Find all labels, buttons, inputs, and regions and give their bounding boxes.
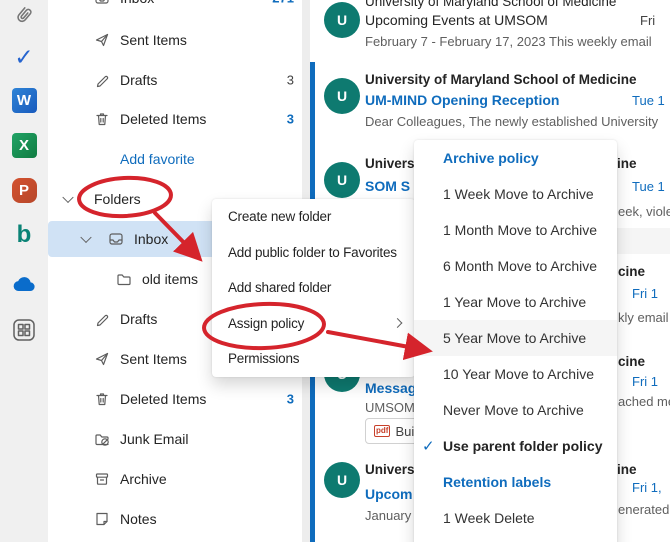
unread-indicator [310, 62, 315, 146]
pencil-icon [94, 311, 110, 327]
sidebar-item-deleted-items[interactable]: Deleted Items 3 [48, 379, 302, 419]
word-icon[interactable]: W [11, 87, 37, 113]
sidebar-item-junk-email[interactable]: Junk Email [48, 419, 302, 459]
menu-item-1-week-archive[interactable]: 1 Week Move to Archive [414, 176, 617, 212]
bing-icon[interactable]: b [11, 222, 37, 248]
junk-folder-icon [94, 431, 110, 447]
folder-icon [116, 271, 132, 287]
menu-item-6-month-archive[interactable]: 6 Month Move to Archive [414, 248, 617, 284]
trash-icon [94, 111, 110, 127]
archive-box-icon [94, 471, 110, 487]
chevron-down-icon [80, 232, 91, 243]
sidebar-item-notes[interactable]: Notes [48, 499, 302, 539]
sidebar-item-favorite-sent[interactable]: Sent Items [48, 20, 302, 60]
excel-icon[interactable]: X [11, 132, 37, 158]
inbox-icon [94, 0, 110, 6]
menu-item-add-shared-folder[interactable]: Add shared folder [212, 270, 415, 306]
inbox-icon [108, 231, 124, 247]
sidebar-item-favorite-deleted[interactable]: Deleted Items 3 [48, 99, 302, 139]
menu-item-1-week-delete[interactable]: 1 Week Delete [414, 500, 617, 536]
assign-policy-submenu: Archive policy 1 Week Move to Archive 1 … [414, 140, 617, 542]
todo-check-icon[interactable]: ✓ [11, 44, 37, 70]
send-icon [94, 351, 110, 367]
avatar: U [324, 162, 360, 198]
chevron-down-icon [62, 192, 73, 203]
menu-item-1-year-archive[interactable]: 1 Year Move to Archive [414, 284, 617, 320]
pencil-icon [94, 72, 110, 88]
powerpoint-icon[interactable]: P [11, 177, 37, 203]
paperclip-icon[interactable] [11, 2, 37, 28]
menu-item-use-parent-policy[interactable]: ✓ Use parent folder policy [414, 428, 617, 464]
menu-item-assign-policy[interactable]: Assign policy [212, 306, 415, 342]
sidebar-item-archive[interactable]: Archive [48, 459, 302, 499]
pdf-icon: pdf [374, 425, 390, 437]
submenu-header-archive-policy: Archive policy [414, 140, 617, 176]
menu-item-permissions[interactable]: Permissions [212, 341, 415, 377]
sidebar-item-favorite-drafts[interactable]: Drafts 3 [48, 60, 302, 100]
apps-grid-icon[interactable] [11, 317, 37, 343]
email-row[interactable]: U University of Maryland School of Medic… [310, 0, 670, 63]
avatar: U [324, 2, 360, 38]
app-launcher-bar: ✓ W X P b [0, 0, 49, 542]
avatar: U [324, 462, 360, 498]
sidebar-item-favorite-inbox[interactable]: Inbox 271 [48, 0, 302, 18]
outlook-window: ✓ W X P b Inbox 271 Sent Items [0, 0, 670, 542]
menu-item-5-year-archive[interactable]: 5 Year Move to Archive [414, 320, 617, 356]
folder-context-menu: Create new folder Add public folder to F… [212, 199, 415, 377]
chevron-right-icon [393, 318, 403, 328]
send-icon [94, 32, 110, 48]
menu-item-1-month-archive[interactable]: 1 Month Move to Archive [414, 212, 617, 248]
avatar: U [324, 78, 360, 114]
menu-item-never-archive[interactable]: Never Move to Archive [414, 392, 617, 428]
submenu-header-retention-labels: Retention labels [414, 464, 617, 500]
add-favorite-button[interactable]: Add favorite [48, 139, 302, 179]
checkmark-icon: ✓ [422, 437, 435, 455]
trash-icon [94, 391, 110, 407]
menu-item-create-new-folder[interactable]: Create new folder [212, 199, 415, 235]
menu-item-add-public-folder[interactable]: Add public folder to Favorites [212, 235, 415, 271]
unread-indicator [310, 450, 315, 542]
menu-item-10-year-archive[interactable]: 10 Year Move to Archive [414, 356, 617, 392]
email-row[interactable]: U University of Maryland School of Medic… [310, 62, 670, 147]
note-icon [94, 511, 110, 527]
onedrive-icon[interactable] [11, 273, 37, 299]
